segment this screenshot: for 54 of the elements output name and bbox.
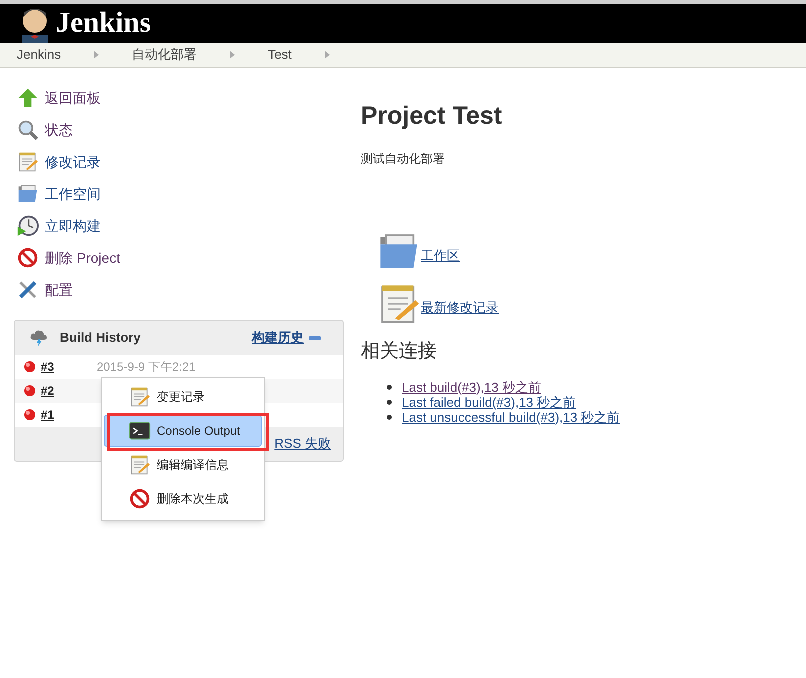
rss-link[interactable]: RSS 失败 [274,434,331,454]
menu-item-label: 变更记录 [157,389,205,406]
status-ball-icon [24,409,36,421]
panel-title: Build History [60,329,141,348]
notepad-icon [129,454,151,476]
breadcrumb-link[interactable]: Jenkins [17,45,62,65]
build-link[interactable]: #2 [41,382,97,400]
menu-item-label: 编辑编译信息 [157,457,229,474]
tools-icon [17,279,39,301]
section-heading: 相关连接 [361,340,438,364]
app-title[interactable]: Jenkins [56,9,152,38]
terminal-icon [129,420,151,442]
breadcrumb-arrow-icon[interactable] [230,51,236,59]
breadcrumb-link[interactable]: 自动化部署 [132,45,198,65]
sidebar-link[interactable]: 删除 Project [45,248,120,268]
collapse-icon[interactable] [309,336,321,340]
big-link[interactable]: 工作区 [421,246,460,266]
project-description: 测试自动化部署 [361,150,446,168]
sidebar-link[interactable]: 修改记录 [45,152,101,172]
clock-icon [17,215,39,237]
breadcrumb-link[interactable]: Test [268,45,292,65]
search-icon [17,119,39,141]
breadcrumb-arrow-icon[interactable] [324,51,330,59]
notepad-icon [129,386,151,408]
status-ball-icon [24,385,36,397]
big-link[interactable]: 最新修改记录 [421,298,499,318]
up-arrow-icon [17,87,39,109]
storm-cloud-icon [30,329,48,347]
sidebar-link[interactable]: 工作空间 [45,184,101,204]
notepad-icon [17,151,39,173]
menu-item[interactable]: 变更记录 [104,381,262,413]
build-date: 2015-9-9 下午2:21 [97,359,196,376]
sidebar-link[interactable]: 状态 [45,120,73,140]
folder-icon [17,183,39,205]
menu-item[interactable]: Console Output [104,415,262,447]
no-entry-icon [17,247,39,269]
bullet-icon [387,415,392,420]
bullet-icon [387,400,392,405]
trend-link[interactable]: 构建历史 [252,328,304,348]
bullet-icon [387,385,392,390]
build-link[interactable]: #1 [41,406,97,424]
menu-item[interactable]: 编辑编译信息 [104,449,262,481]
related-link[interactable]: Last build(#3),13 秒之前 [402,378,542,398]
menu-item-label: Console Output [157,423,240,440]
menu-item[interactable]: 删除本次生成 [104,483,262,515]
build-link[interactable]: #3 [41,358,97,376]
sidebar-link[interactable]: 返回面板 [45,88,101,108]
breadcrumb-arrow-icon[interactable] [94,51,100,59]
status-ball-icon [24,361,36,373]
project-title: Project Test [361,101,504,132]
menu-item-label: 删除本次生成 [157,491,229,508]
sidebar-link[interactable]: 配置 [45,280,73,300]
no-entry-icon [129,488,151,510]
sidebar-link[interactable]: 立即构建 [45,216,101,236]
